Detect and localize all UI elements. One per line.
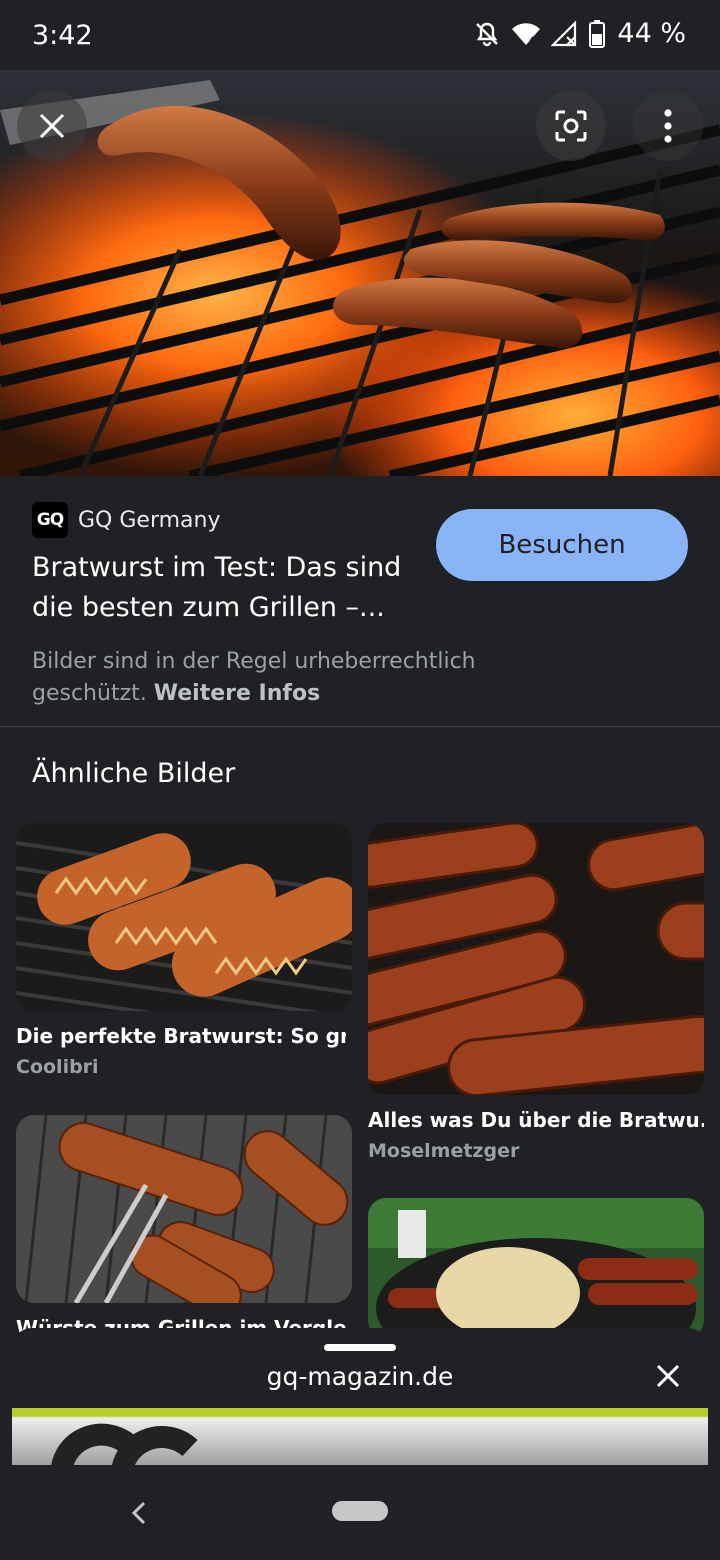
gq-logo-partial (50, 1423, 198, 1473)
similar-image-2-title[interactable]: Alles was Du über die Bratwu... (368, 1108, 704, 1132)
close-icon (38, 112, 66, 140)
copyright-notice: Bilder sind in der Regel urheberrechtlic… (32, 646, 532, 710)
back-button[interactable] (126, 1497, 154, 1529)
similar-images-heading: Ähnliche Bilder (32, 758, 236, 789)
source-row[interactable]: GQ GQ Germany (32, 502, 220, 538)
sheet-url: gq-magazin.de (266, 1362, 454, 1391)
webpage-preview (12, 1408, 708, 1473)
svg-text:4: 4 (529, 36, 535, 46)
lens-button[interactable] (536, 91, 606, 161)
sausages-charcoal-grill-image (16, 1115, 352, 1303)
status-icons: 4 44 % (473, 18, 686, 49)
visit-button[interactable]: Besuchen (436, 509, 688, 581)
hero-image[interactable] (0, 70, 720, 476)
battery-level: 44 % (617, 18, 686, 49)
signal-icon (551, 20, 579, 47)
back-icon (126, 1501, 154, 1533)
bread-and-sausages-grill-image (368, 1198, 704, 1338)
similar-image-1[interactable] (16, 823, 352, 1011)
source-logo: GQ (32, 502, 68, 538)
similar-image-4[interactable] (368, 1198, 704, 1338)
source-name: GQ Germany (78, 507, 221, 533)
sheet-close-button[interactable] (650, 1358, 686, 1394)
similar-image-2-source: Moselmetzger (368, 1140, 520, 1162)
more-info-link[interactable]: Weitere Infos (154, 681, 320, 706)
sausages-grill-pattern-image (16, 823, 352, 1011)
wifi-icon: 4 (511, 21, 541, 47)
more-options-button[interactable] (633, 91, 703, 161)
sheet-drag-handle[interactable] (324, 1344, 396, 1351)
website-preview-sheet[interactable]: gq-magazin.de (12, 1328, 708, 1473)
more-vert-icon (663, 108, 673, 144)
status-time: 3:42 (32, 20, 93, 51)
dnd-off-icon (473, 20, 501, 48)
home-button[interactable] (332, 1501, 388, 1521)
battery-icon (589, 19, 606, 48)
result-title[interactable]: Bratwurst im Test: Das sind die besten z… (32, 548, 422, 628)
similar-image-1-source: Coolibri (16, 1056, 99, 1078)
status-bar: 3:42 4 44 % (0, 0, 720, 70)
similar-image-1-title[interactable]: Die perfekte Bratwurst: So gri... (16, 1024, 346, 1048)
close-button[interactable] (17, 91, 87, 161)
similar-image-3[interactable] (16, 1115, 352, 1303)
divider (0, 726, 720, 727)
grill-sausages-image (0, 70, 720, 476)
close-icon (650, 1364, 686, 1398)
sausages-on-griddle-image (368, 823, 704, 1095)
lens-icon (553, 108, 589, 144)
similar-image-2[interactable] (368, 823, 704, 1095)
